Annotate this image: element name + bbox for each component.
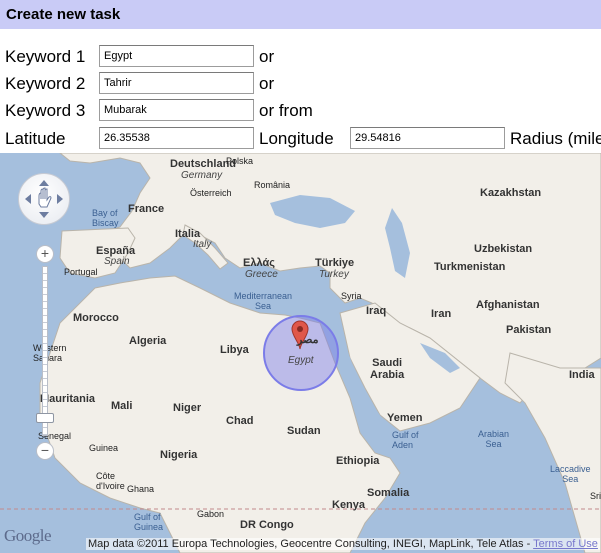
keyword3-suffix: or from	[259, 101, 313, 120]
map-label-turkiye: Türkiye	[315, 257, 355, 269]
map-label-kazakhstan: Kazakhstan	[480, 187, 542, 199]
zoom-slider-thumb[interactable]	[36, 413, 54, 424]
map-label-polska: Polska	[226, 156, 254, 166]
keyword1-suffix: or	[259, 47, 275, 66]
map-label-uzbekistan: Uzbekistan	[474, 243, 533, 255]
map-label-egypt: Egypt	[288, 355, 314, 366]
map-label-ethiopia: Ethiopia	[336, 455, 380, 467]
longitude-input[interactable]	[350, 127, 505, 149]
keyword3-label: Keyword 3	[5, 101, 86, 120]
map-label-laccadive-sea: Laccadive Sea	[550, 464, 591, 484]
keyword3-row: Keyword 3 or from	[0, 98, 601, 124]
zoom-out-button[interactable]: −	[36, 442, 54, 460]
map-label-ellas: Ελλάς	[243, 257, 275, 269]
map-label-iran: Iran	[431, 308, 452, 320]
zoom-in-button[interactable]: +	[36, 245, 54, 263]
map-label-greece: Greece	[245, 269, 278, 280]
keyword2-row: Keyword 2 or	[0, 71, 601, 97]
map-label-mali: Mali	[111, 400, 133, 412]
map-label-dr-congo: DR Congo	[240, 519, 294, 531]
map-view[interactable]: Deutschland Polska Germany Österreich Fr…	[0, 153, 601, 553]
map-label-italy: Italy	[193, 239, 212, 250]
map-label-kenya: Kenya	[332, 499, 366, 511]
page-title: Create new task	[6, 6, 121, 23]
zoom-slider-track[interactable]	[42, 266, 48, 436]
map-label-syria: Syria	[341, 291, 362, 301]
keyword2-suffix: or	[259, 74, 275, 93]
map-label-somalia: Somalia	[367, 487, 410, 499]
map-label-nigeria: Nigeria	[160, 449, 198, 461]
map-label-pakistan: Pakistan	[506, 324, 552, 336]
map-label-sudan: Sudan	[287, 425, 321, 437]
map-label-morocco: Morocco	[73, 312, 119, 324]
map-label-turkmenistan: Turkmenistan	[434, 261, 506, 273]
map-label-chad: Chad	[226, 415, 254, 427]
keyword2-input[interactable]	[99, 72, 254, 94]
map-label-germany: Germany	[181, 170, 223, 181]
map-label-guinea: Guinea	[89, 443, 119, 453]
map-label-gulf-of-aden: Gulf of Aden	[392, 430, 419, 450]
map-label-saudi-arabia: Saudi Arabia	[370, 357, 405, 381]
location-row: Latitude Longitude Radius (mile	[0, 126, 601, 152]
map-label-libya: Libya	[220, 344, 249, 356]
google-logo: Google	[4, 526, 52, 545]
map-label-india: India	[569, 369, 595, 381]
map-label-iraq: Iraq	[366, 305, 387, 317]
map-label-mauritania: Mauritania	[40, 393, 96, 405]
latitude-label: Latitude	[5, 129, 66, 148]
map-label-mediterranean: Mediterranean Sea	[234, 291, 293, 311]
map-label-spain: Spain	[104, 256, 130, 267]
map-label-western-sahara: Western Sahara	[33, 343, 67, 363]
map-label-sri: Sri	[590, 491, 601, 501]
map-label-bay-of-biscay: Bay of Biscay	[92, 208, 119, 228]
keyword1-row: Keyword 1 or	[0, 44, 601, 70]
latitude-input[interactable]	[99, 127, 254, 149]
terms-of-use-link[interactable]: Terms of Use	[533, 538, 598, 550]
attribution-text: Map data ©2011 Europa Technologies, Geoc…	[88, 538, 531, 550]
map-label-egypt-arabic: مصر	[297, 334, 319, 346]
map-label-yemen: Yemen	[387, 412, 423, 424]
keyword1-input[interactable]	[99, 45, 254, 67]
map-label-osterreich: Österreich	[190, 188, 232, 198]
map-label-ghana: Ghana	[127, 484, 155, 494]
keyword2-label: Keyword 2	[5, 74, 86, 93]
map-label-gabon: Gabon	[197, 509, 225, 519]
keyword1-label: Keyword 1	[5, 47, 86, 66]
map-label-romania: România	[254, 180, 291, 190]
map-label-arabian-sea: Arabian Sea	[478, 429, 510, 449]
radius-label: Radius (mile	[510, 129, 601, 148]
map-label-algeria: Algeria	[129, 335, 167, 347]
map-label-turkey: Turkey	[319, 269, 349, 280]
longitude-label: Longitude	[259, 129, 334, 148]
map-label-portugal: Portugal	[64, 267, 98, 277]
map-label-france: France	[128, 203, 165, 215]
map-attribution: Map data ©2011 Europa Technologies, Geoc…	[86, 538, 600, 550]
map-label-gulf-of-guinea: Gulf of Guinea	[134, 512, 164, 532]
keyword3-input[interactable]	[99, 99, 254, 121]
page-header: Create new task	[0, 0, 601, 29]
map-label-cote-divoire: Côte d'Ivoire	[96, 471, 125, 491]
map-label-afghanistan: Afghanistan	[476, 299, 540, 311]
map-label-niger: Niger	[173, 402, 202, 414]
pan-arrows-icon	[25, 180, 63, 218]
pan-control[interactable]	[18, 173, 70, 225]
